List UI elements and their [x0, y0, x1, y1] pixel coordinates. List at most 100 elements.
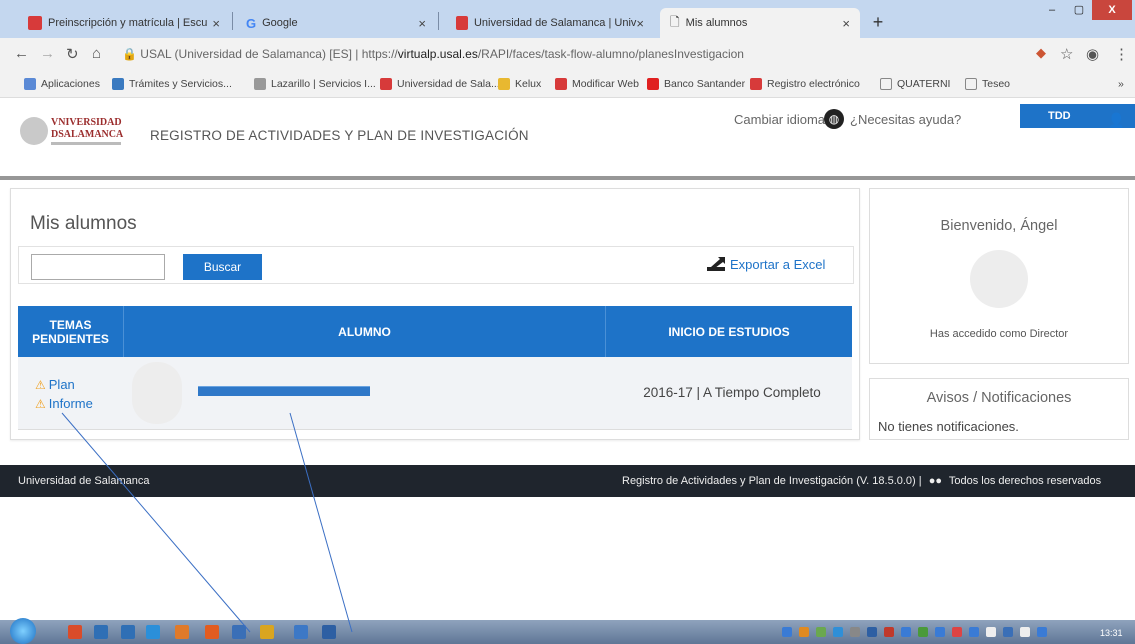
notifications-title: Avisos / Notificaciones — [926, 390, 1072, 406]
bookmark-kelux[interactable]: Kelux — [498, 78, 541, 90]
bookmark-universidad[interactable]: Universidad de Sala... — [380, 78, 500, 90]
bookmark-tramites[interactable]: Trámites y Servicios... — [112, 78, 232, 90]
usal-favicon-icon — [555, 78, 567, 90]
tray-icon[interactable] — [952, 627, 962, 637]
url-field[interactable]: 🔒 USAL (Universidad de Salamanca) [ES] |… — [122, 42, 1022, 66]
word-icon[interactable] — [322, 625, 336, 639]
usal-logo[interactable]: VNIVERSIDAD DSALAMANCA — [20, 113, 130, 153]
tray-icon[interactable] — [1003, 627, 1013, 637]
tab-label: Preinscripción y matrícula | Escu — [48, 17, 208, 29]
welcome-message: Bienvenido, Ángel — [940, 218, 1058, 234]
forward-arrow-icon[interactable]: → — [40, 45, 55, 62]
extension-icon[interactable]: ◆ — [1036, 45, 1046, 61]
star-icon[interactable]: ☆ — [1060, 45, 1073, 63]
annotation-line — [289, 412, 353, 633]
google-favicon-icon: G — [246, 15, 257, 31]
bookmark-modificar-web[interactable]: Modificar Web — [555, 78, 639, 90]
pending-informe-link[interactable]: ⚠ Informe — [35, 396, 93, 411]
profile-icon[interactable]: ◉ — [1086, 45, 1099, 63]
firefox-icon[interactable] — [205, 625, 219, 639]
tray-icon[interactable] — [799, 627, 809, 637]
media-icon[interactable] — [175, 625, 189, 639]
students-table-header: TEMAS PENDIENTES ALUMNO INICIO DE ESTUDI… — [18, 306, 852, 357]
reload-icon[interactable]: ↻ — [66, 45, 79, 63]
tray-icon[interactable] — [1037, 627, 1047, 637]
pending-plan-link[interactable]: ⚠ Plan — [35, 377, 75, 392]
site-identity: USAL (Universidad de Salamanca) [ES] — [140, 47, 352, 61]
crest-icon — [20, 117, 48, 145]
column-inicio-estudios: INICIO DE ESTUDIOS — [668, 324, 790, 339]
warning-icon: ⚠ — [35, 377, 46, 392]
back-arrow-icon[interactable]: ← — [14, 45, 29, 62]
flag-icon[interactable] — [986, 627, 996, 637]
windows-taskbar — [0, 620, 1135, 644]
user-menu-button[interactable]: TDD 👤 — [1020, 104, 1135, 128]
tray-icon[interactable] — [901, 627, 911, 637]
bookmark-lazarillo[interactable]: Lazarillo | Servicios I... — [254, 78, 376, 90]
taskbar-clock[interactable]: 13:31 — [1100, 628, 1123, 638]
volume-icon[interactable] — [1020, 627, 1030, 637]
export-icon — [706, 256, 726, 272]
new-tab-button[interactable]: + — [867, 12, 889, 32]
notifications-empty: No tienes notificaciones. — [878, 419, 1019, 434]
column-temas-pendientes: TEMAS PENDIENTES — [18, 306, 124, 357]
app-icon[interactable] — [121, 625, 135, 639]
bookmark-teseo[interactable]: Teseo — [965, 78, 1010, 90]
usal-favicon-icon — [750, 78, 762, 90]
tab-universidad[interactable]: Universidad de Salamanca | Univ × — [446, 8, 654, 38]
tray-icon[interactable] — [850, 627, 860, 637]
tray-icon[interactable] — [833, 627, 843, 637]
maximize-button[interactable]: ▢ — [1066, 0, 1092, 20]
footer-credits: Registro de Actividades y Plan de Invest… — [622, 475, 1102, 487]
help-link[interactable]: ¿Necesitas ayuda? — [850, 112, 961, 127]
tray-icon[interactable] — [969, 627, 979, 637]
close-tab-icon[interactable]: × — [636, 16, 644, 31]
tab-mis-alumnos[interactable]: 🗋 Mis alumnos × — [660, 8, 860, 38]
role-text: Has accedido como Director — [929, 328, 1069, 340]
app-icon[interactable] — [294, 625, 308, 639]
tab-preinscripcion[interactable]: Preinscripción y matrícula | Escu × — [18, 8, 230, 38]
ie-icon[interactable] — [146, 625, 160, 639]
bookmark-registro[interactable]: Registro electrónico — [750, 78, 860, 90]
url-path: /RAPI/faces/task-flow-alumno/planesInves… — [477, 47, 744, 61]
export-label: Exportar a Excel — [730, 256, 826, 272]
usal-favicon-icon — [28, 16, 42, 30]
header-divider — [0, 176, 1135, 180]
start-button[interactable] — [10, 618, 36, 644]
bookmark-santander[interactable]: Banco Santander — [647, 78, 745, 90]
app-icon[interactable] — [94, 625, 108, 639]
url-prefix: https:// — [361, 47, 398, 61]
tray-icon[interactable] — [918, 627, 928, 637]
footer-university: Universidad de Salamanca — [18, 475, 150, 487]
address-bar-row: ← → ↻ ⌂ 🔒 USAL (Universidad de Salamanca… — [0, 38, 1135, 70]
filezilla-icon[interactable] — [68, 625, 82, 639]
tray-icon[interactable] — [867, 627, 877, 637]
close-tab-icon[interactable]: × — [212, 16, 220, 31]
bookmark-aplicaciones[interactable]: Aplicaciones — [24, 78, 100, 90]
change-language-link[interactable]: Cambiar idioma — [734, 112, 825, 127]
tab-label: Mis alumnos — [685, 17, 748, 29]
search-button[interactable]: Buscar — [183, 254, 262, 280]
minimize-button[interactable]: – — [1038, 0, 1066, 20]
tab-label: Google — [262, 17, 298, 29]
close-window-button[interactable]: X — [1092, 0, 1132, 20]
tray-icon[interactable] — [816, 627, 826, 637]
cc-license-icon: ●● — [928, 475, 942, 487]
outlook-icon[interactable] — [232, 625, 246, 639]
tray-icon[interactable] — [782, 627, 792, 637]
chrome-icon[interactable] — [260, 625, 274, 639]
tray-icon[interactable] — [935, 627, 945, 637]
tray-icon[interactable] — [884, 627, 894, 637]
usal-favicon-icon — [456, 16, 468, 30]
menu-dots-icon[interactable]: ⋮ — [1114, 45, 1129, 63]
globe-icon[interactable]: ◍ — [824, 109, 844, 129]
close-tab-icon[interactable]: × — [418, 16, 426, 31]
home-icon[interactable]: ⌂ — [92, 45, 101, 62]
bookmarks-overflow[interactable]: » — [1118, 78, 1124, 90]
close-tab-icon[interactable]: × — [842, 16, 850, 31]
tab-google[interactable]: G Google × — [236, 8, 436, 38]
export-excel-link[interactable]: Exportar a Excel — [706, 256, 825, 272]
page-title: Mis alumnos — [30, 213, 137, 234]
search-input[interactable] — [31, 254, 165, 280]
bookmark-quaterni[interactable]: QUATERNI — [880, 78, 950, 90]
